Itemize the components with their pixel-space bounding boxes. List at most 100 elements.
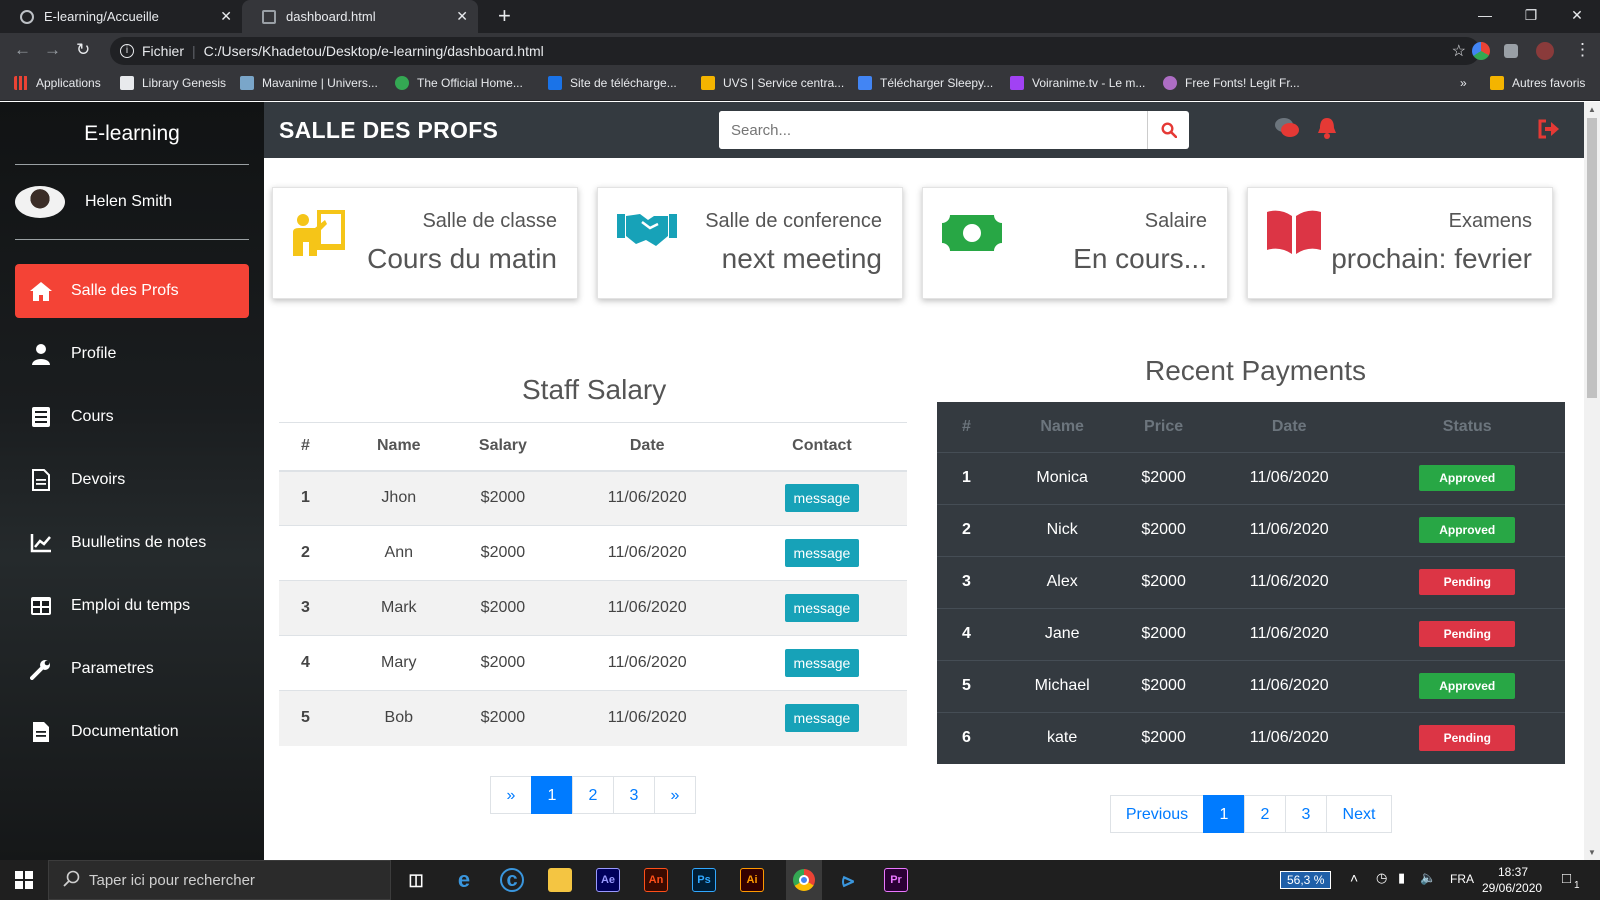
windows-start-icon[interactable] (12, 868, 36, 892)
scroll-up-icon[interactable]: ▲ (1588, 105, 1596, 114)
bookmark-item[interactable]: Site de télécharge... (548, 76, 677, 90)
search-button[interactable] (1147, 111, 1189, 149)
card-salaire[interactable]: Salaire En cours... (922, 187, 1228, 299)
tab-close-icon[interactable]: ✕ (220, 8, 232, 25)
bookmark-item[interactable]: Mavanime | Univers... (240, 76, 378, 90)
sidebar-item-documentation[interactable]: Documentation (15, 705, 249, 759)
page-2[interactable]: 2 (572, 776, 614, 814)
page-2[interactable]: 2 (1244, 795, 1286, 833)
sidebar-item-emploi-du-temps[interactable]: Emploi du temps (15, 579, 249, 633)
avatar (15, 186, 65, 218)
bell-icon[interactable] (1316, 116, 1338, 145)
reload-icon[interactable]: ↻ (76, 40, 90, 60)
card-label: Salle de classe (422, 210, 557, 232)
bookmark-item[interactable]: Voiranime.tv - Le m... (1010, 76, 1145, 90)
book-icon (29, 405, 53, 429)
bookmark-item[interactable]: The Official Home... (395, 76, 523, 90)
comments-icon[interactable] (1274, 116, 1300, 145)
user-name: Helen Smith (85, 193, 173, 210)
page-3[interactable]: 3 (1285, 795, 1327, 833)
vscode-icon[interactable]: ⪧ (836, 867, 860, 892)
profile-avatar[interactable] (1536, 42, 1554, 60)
page-next[interactable]: Next (1326, 795, 1392, 833)
download-icon (858, 76, 872, 90)
after-effects-icon[interactable]: Ae (596, 868, 620, 892)
chevron-up-icon[interactable]: ˄ (1350, 870, 1358, 886)
browser-tab-dashboard[interactable]: dashboard.html ✕ (242, 0, 478, 33)
page-prev[interactable]: » (490, 776, 532, 814)
new-tab-button[interactable]: + (498, 4, 511, 28)
other-bookmarks[interactable]: Autres favoris (1490, 76, 1585, 90)
sidebar-item-profile[interactable]: Profile (15, 327, 249, 381)
card-salle-de-classe[interactable]: Salle de classe Cours du matin (272, 187, 578, 299)
notification-icon[interactable]: □ (1562, 870, 1571, 887)
table-row: 4 Mary $2000 11/06/2020 message (279, 635, 907, 691)
close-window-icon[interactable]: ✕ (1554, 0, 1600, 33)
clock-time[interactable]: 18:37 (1498, 865, 1528, 879)
minimize-icon[interactable]: — (1462, 0, 1508, 33)
message-button[interactable]: message (784, 704, 860, 733)
card-label: Salaire (1144, 210, 1207, 232)
animate-icon[interactable]: An (644, 868, 668, 892)
premiere-icon[interactable]: Pr (884, 868, 908, 892)
tab-close-icon[interactable]: ✕ (456, 8, 468, 25)
info-icon[interactable]: i (120, 44, 134, 58)
browser-tab-e-learning[interactable]: E-learning/Accueille ✕ (0, 0, 242, 33)
table-row: 3 Alex $2000 11/06/2020 Pending (937, 555, 1565, 608)
page-1[interactable]: 1 (1203, 795, 1245, 833)
message-button[interactable]: message (784, 539, 860, 567)
sidebar-item-bulletins[interactable]: Buulletins de notes (15, 516, 249, 570)
chrome-icon (793, 869, 815, 891)
language-indicator[interactable]: FRA (1450, 872, 1474, 886)
battery-percent[interactable]: 56,3 % (1280, 871, 1332, 889)
forward-arrow-icon[interactable]: → (44, 40, 61, 60)
task-view-icon[interactable]: ◫ (404, 868, 428, 892)
edge-icon[interactable]: e (452, 867, 476, 892)
taskbar-search[interactable]: Taper ici pour rechercher (48, 860, 391, 900)
logout-icon[interactable] (1538, 119, 1560, 144)
volume-icon[interactable]: 🔈 (1420, 870, 1436, 886)
more-menu-icon[interactable]: ⋮ (1574, 40, 1591, 60)
sidebar-item-cours[interactable]: Cours (15, 390, 249, 444)
chrome-taskbar-button[interactable] (786, 860, 822, 900)
page-1[interactable]: 1 (531, 776, 573, 814)
page-previous[interactable]: Previous (1110, 795, 1204, 833)
bookmark-item[interactable]: UVS | Service centra... (701, 76, 844, 90)
home-icon (29, 279, 53, 303)
card-salle-de-conference[interactable]: Salle de conference next meeting (597, 187, 903, 299)
illustrator-icon[interactable]: Ai (740, 868, 764, 892)
message-button[interactable]: message (784, 594, 860, 622)
extension-icon[interactable] (1472, 42, 1490, 60)
sidebar-item-devoirs[interactable]: Devoirs (15, 453, 249, 507)
bookmark-item[interactable]: Free Fonts! Legit Fr... (1163, 76, 1300, 90)
sidebar-item-salle-des-profs[interactable]: Salle des Profs (15, 264, 249, 318)
bookmark-item[interactable]: Applications (14, 76, 101, 90)
back-arrow-icon[interactable]: ← (14, 40, 31, 60)
search-input[interactable] (719, 111, 1147, 149)
page-next[interactable]: » (654, 776, 696, 814)
battery-icon[interactable]: ▮ (1398, 870, 1405, 886)
bookmarks-bar: Applications Library Genesis Mavanime | … (0, 69, 1600, 101)
bookmarks-overflow[interactable]: » (1460, 76, 1467, 90)
page-3[interactable]: 3 (613, 776, 655, 814)
address-bar[interactable]: i Fichier | C:/Users/Khadetou/Desktop/e-… (110, 37, 1480, 65)
clock-date[interactable]: 29/06/2020 (1482, 881, 1542, 895)
restore-icon[interactable]: ❐ (1508, 0, 1554, 33)
puzzle-icon[interactable] (1504, 44, 1518, 58)
message-button[interactable]: message (784, 649, 860, 677)
bookmark-star-icon[interactable]: ☆ (1452, 41, 1466, 61)
user-profile[interactable]: Helen Smith (15, 186, 172, 218)
page-scrollbar[interactable]: ▲ ▼ (1584, 102, 1600, 860)
wifi-icon[interactable]: ◷ (1376, 870, 1387, 886)
scroll-down-icon[interactable]: ▼ (1588, 848, 1596, 857)
file-explorer-icon[interactable] (548, 868, 572, 892)
table-row: 2 Nick $2000 11/06/2020 Approved (937, 503, 1565, 556)
sidebar-item-parametres[interactable]: Parametres (15, 642, 249, 696)
photoshop-icon[interactable]: Ps (692, 868, 716, 892)
message-button[interactable]: message (784, 484, 860, 513)
card-examens[interactable]: Examens prochain: fevrier (1247, 187, 1553, 299)
bookmark-item[interactable]: Library Genesis (120, 76, 226, 90)
bookmark-item[interactable]: Télécharger Sleepy... (858, 76, 993, 90)
ccleaner-icon[interactable]: c (500, 868, 524, 892)
scroll-thumb[interactable] (1587, 118, 1597, 398)
